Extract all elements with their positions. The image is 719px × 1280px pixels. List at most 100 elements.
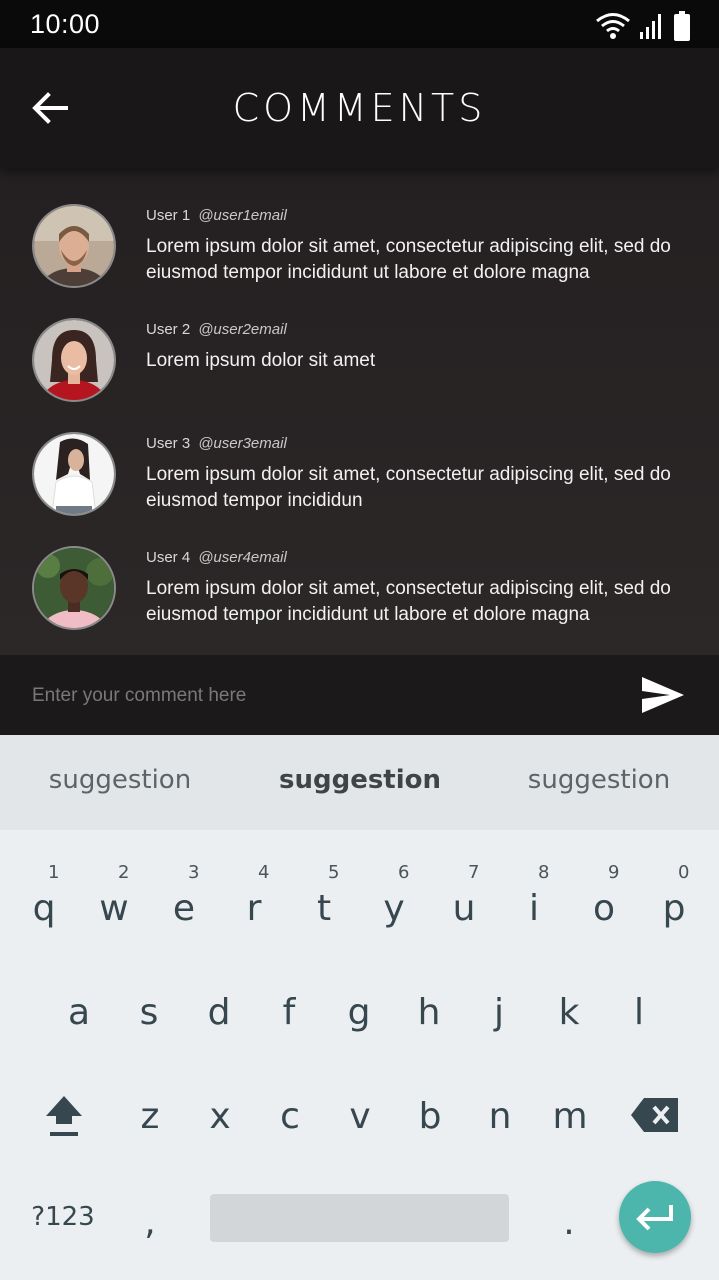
key-q[interactable]: 1q [14,862,74,940]
key-label: t [316,888,332,929]
key-label: o [592,888,616,929]
key-x[interactable]: x [190,1078,250,1148]
key-label: r [246,888,262,929]
comment-list: User 1 @user1email Lorem ipsum dolor sit … [0,168,719,655]
key-label: q [32,888,56,929]
key-label: h [417,992,441,1033]
period-key[interactable]: . [539,1184,599,1254]
comment-item: User 4 @user4email Lorem ipsum dolor sit … [0,546,719,656]
key-b[interactable]: b [400,1078,460,1148]
comment-handle[interactable]: @user2email [198,321,287,338]
comment-handle[interactable]: @user3email [198,435,287,452]
key-u[interactable]: 7u [434,862,494,940]
comment-username[interactable]: User 1 [146,207,190,224]
comment-meta: User 3 @user3email [146,435,287,452]
key-y[interactable]: 6y [364,862,424,940]
key-hint: 9 [608,862,620,883]
avatar[interactable] [32,546,116,630]
key-l[interactable]: l [609,974,669,1044]
key-d[interactable]: d [189,974,249,1044]
key-label: p [662,888,686,929]
status-bar: 10:00 [0,0,719,48]
avatar[interactable] [32,204,116,288]
comment-username[interactable]: User 4 [146,549,190,566]
suggestion-strip: suggestion suggestion suggestion [0,735,719,830]
key-label: x [209,1096,231,1137]
key-hint: 2 [118,862,130,883]
key-n[interactable]: n [470,1078,530,1148]
comment-text: Lorem ipsum dolor sit amet, consectetur … [146,578,671,625]
symbols-key[interactable]: ?123 [30,1184,96,1254]
key-e[interactable]: 3e [154,862,214,940]
comment-handle[interactable]: @user1email [198,207,287,224]
key-label: m [552,1096,588,1137]
key-hint: 8 [538,862,550,883]
enter-icon [636,1205,673,1231]
key-r[interactable]: 4r [224,862,284,940]
comment-handle[interactable]: @user4email [198,549,287,566]
comment-input[interactable] [30,675,594,717]
key-f[interactable]: f [259,974,319,1044]
key-w[interactable]: 2w [84,862,144,940]
key-label: n [488,1096,512,1137]
key-s[interactable]: s [119,974,179,1044]
backspace-icon [631,1098,678,1132]
key-label: a [67,992,91,1033]
key-hint: 5 [328,862,340,883]
send-button[interactable] [640,675,686,715]
key-j[interactable]: j [469,974,529,1044]
key-z[interactable]: z [120,1078,180,1148]
status-time: 10:00 [30,9,101,39]
comment-text: Lorem ipsum dolor sit amet, consectetur … [146,236,671,283]
soft-keyboard: suggestion suggestion suggestion 1q 2w 3… [0,735,719,1280]
shift-icon [46,1096,82,1136]
key-i[interactable]: 8i [504,862,564,940]
key-g[interactable]: g [329,974,389,1044]
key-label: g [347,992,371,1033]
send-icon [642,677,684,713]
key-o[interactable]: 9o [574,862,634,940]
comma-key[interactable]: , [120,1184,180,1254]
key-label: v [349,1096,371,1137]
key-label: f [282,992,296,1033]
key-hint: 7 [468,862,480,883]
key-p[interactable]: 0p [644,862,704,940]
key-label: l [633,992,644,1033]
avatar[interactable] [32,432,116,516]
comment-meta: User 4 @user4email [146,549,287,566]
key-label: j [493,992,504,1033]
key-label: e [172,888,196,929]
key-hint: 0 [678,862,690,883]
key-label: , [144,1202,156,1243]
shift-key[interactable] [34,1078,94,1148]
key-label: y [383,888,405,929]
key-label: u [452,888,476,929]
suggestion-left[interactable]: suggestion [30,765,210,795]
key-c[interactable]: c [260,1078,320,1148]
comment-username[interactable]: User 2 [146,321,190,338]
enter-key[interactable] [619,1181,691,1253]
suggestion-center[interactable]: suggestion [270,765,450,795]
key-h[interactable]: h [399,974,459,1044]
battery-icon [674,11,690,41]
backspace-key[interactable] [624,1078,684,1148]
key-a[interactable]: a [49,974,109,1044]
comment-username[interactable]: User 3 [146,435,190,452]
key-v[interactable]: v [330,1078,390,1148]
comment-text: Lorem ipsum dolor sit amet, consectetur … [146,464,671,511]
key-label: z [140,1096,160,1137]
key-k[interactable]: k [539,974,599,1044]
comment-item: User 1 @user1email Lorem ipsum dolor sit … [0,204,719,314]
key-t[interactable]: 5t [294,862,354,940]
comment-item: User 3 @user3email Lorem ipsum dolor sit … [0,432,719,542]
key-label: c [280,1096,300,1137]
app-bar: COMMENTS [0,48,719,168]
suggestion-right[interactable]: suggestion [509,765,689,795]
avatar[interactable] [32,318,116,402]
space-key[interactable] [210,1194,509,1242]
signal-icon [640,14,661,39]
key-m[interactable]: m [540,1078,600,1148]
wifi-icon [596,13,630,39]
comment-text: Lorem ipsum dolor sit amet [146,350,376,371]
key-hint: 4 [258,862,270,883]
